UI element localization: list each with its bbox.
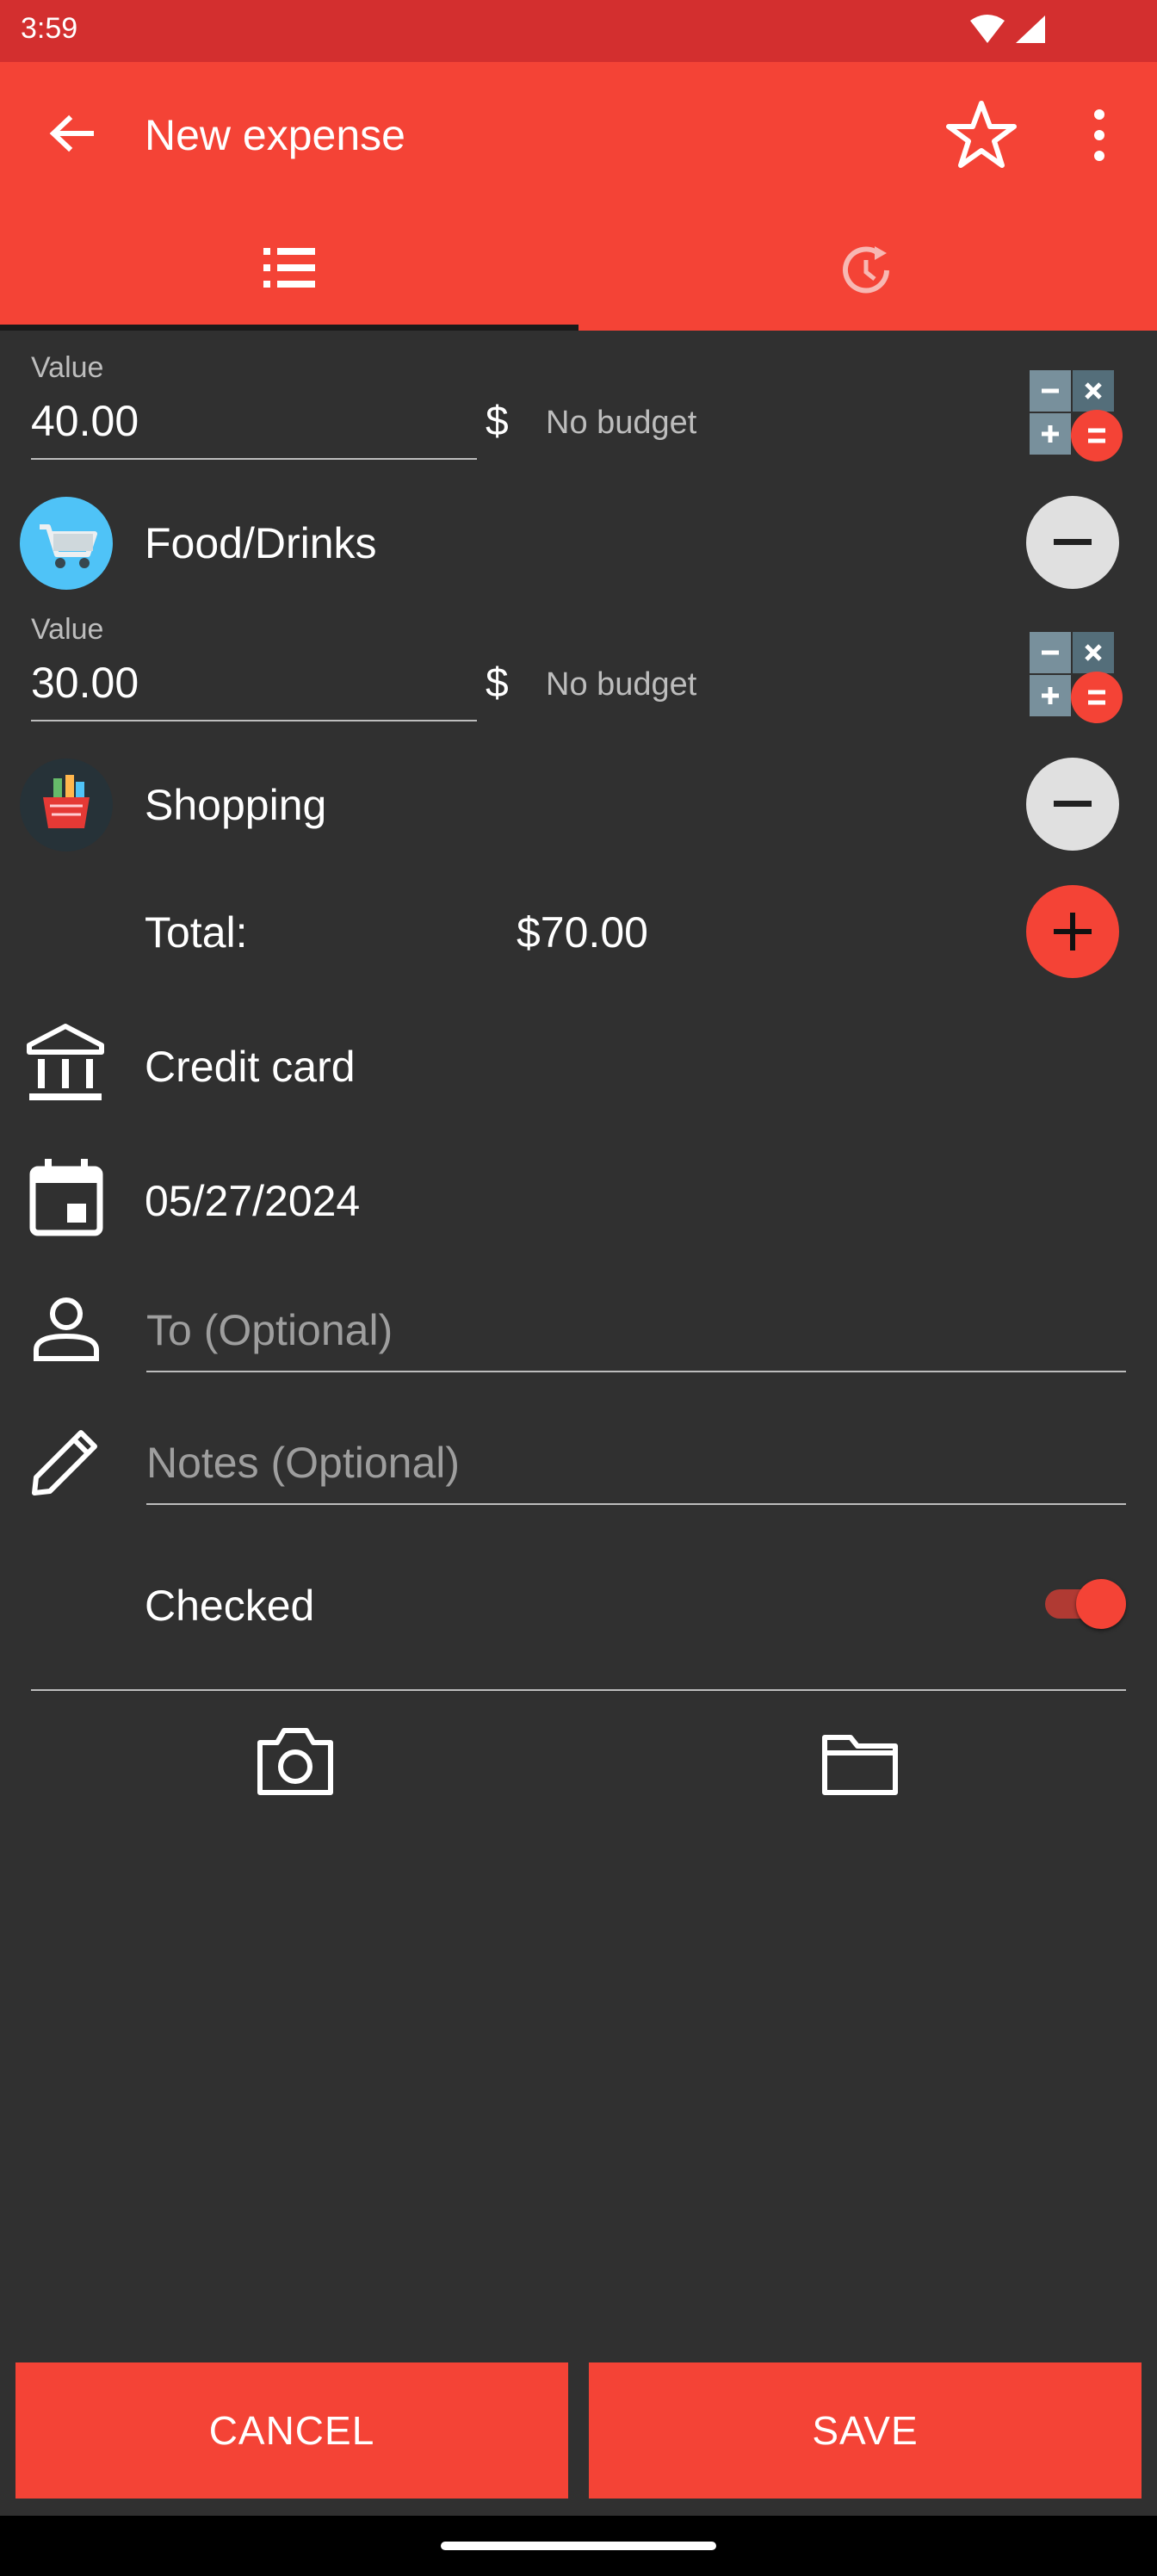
star-icon[interactable] [944,98,1019,170]
status-time: 3:59 [21,12,78,45]
budget-text: No budget [546,666,697,703]
pencil-icon [32,1430,97,1495]
minus-icon [1054,801,1092,807]
wifi-icon [970,15,1005,43]
checked-label: Checked [145,1582,315,1630]
remove-split-button[interactable] [1026,496,1119,589]
date-selector[interactable]: 05/27/2024 [145,1176,360,1226]
list-icon [263,248,315,288]
more-options-icon[interactable] [1086,107,1112,164]
value-label: Value [31,351,104,384]
add-split-button[interactable] [1026,885,1119,978]
notes-input-underline [146,1503,1126,1505]
person-icon [34,1297,99,1361]
budget-text: No budget [546,405,697,441]
calculator-icon[interactable] [1026,367,1128,465]
category-name[interactable]: Shopping [145,780,326,830]
to-input-underline [146,1371,1126,1372]
checked-toggle-thumb[interactable] [1076,1579,1126,1629]
bank-icon [27,1024,104,1100]
camera-icon[interactable] [255,1725,336,1798]
remove-split-button[interactable] [1026,758,1119,851]
currency-symbol: $ [486,399,509,444]
plus-icon [1054,913,1092,951]
account-selector[interactable]: Credit card [145,1042,356,1092]
cart-icon [20,497,113,590]
to-input[interactable]: To (Optional) [146,1305,393,1355]
save-button[interactable]: SAVE [589,2362,1142,2499]
history-icon [843,246,889,294]
cancel-button[interactable]: CANCEL [15,2362,568,2499]
value-input[interactable]: 30.00 [31,658,139,708]
tab-indicator [0,325,578,331]
notes-input[interactable]: Notes (Optional) [146,1438,460,1488]
calendar-icon [29,1159,103,1236]
currency-symbol: $ [486,660,509,706]
signal-icon [1016,15,1045,43]
back-arrow-icon[interactable] [46,112,98,155]
page-title: New expense [145,111,405,159]
value-underline [31,720,477,721]
value-underline [31,458,477,460]
tab-list[interactable] [0,207,578,327]
total-amount: $70.00 [517,908,648,957]
value-input[interactable]: 40.00 [31,396,139,446]
minus-icon [1054,539,1092,545]
divider [31,1689,1126,1691]
total-label: Total: [145,908,248,957]
category-name[interactable]: Food/Drinks [145,518,377,568]
calculator-icon[interactable] [1026,629,1128,727]
value-label: Value [31,613,104,646]
folder-icon[interactable] [820,1732,900,1796]
gesture-handle[interactable] [441,2542,716,2550]
shopping-basket-icon [20,759,113,851]
tab-history[interactable] [578,207,1157,327]
